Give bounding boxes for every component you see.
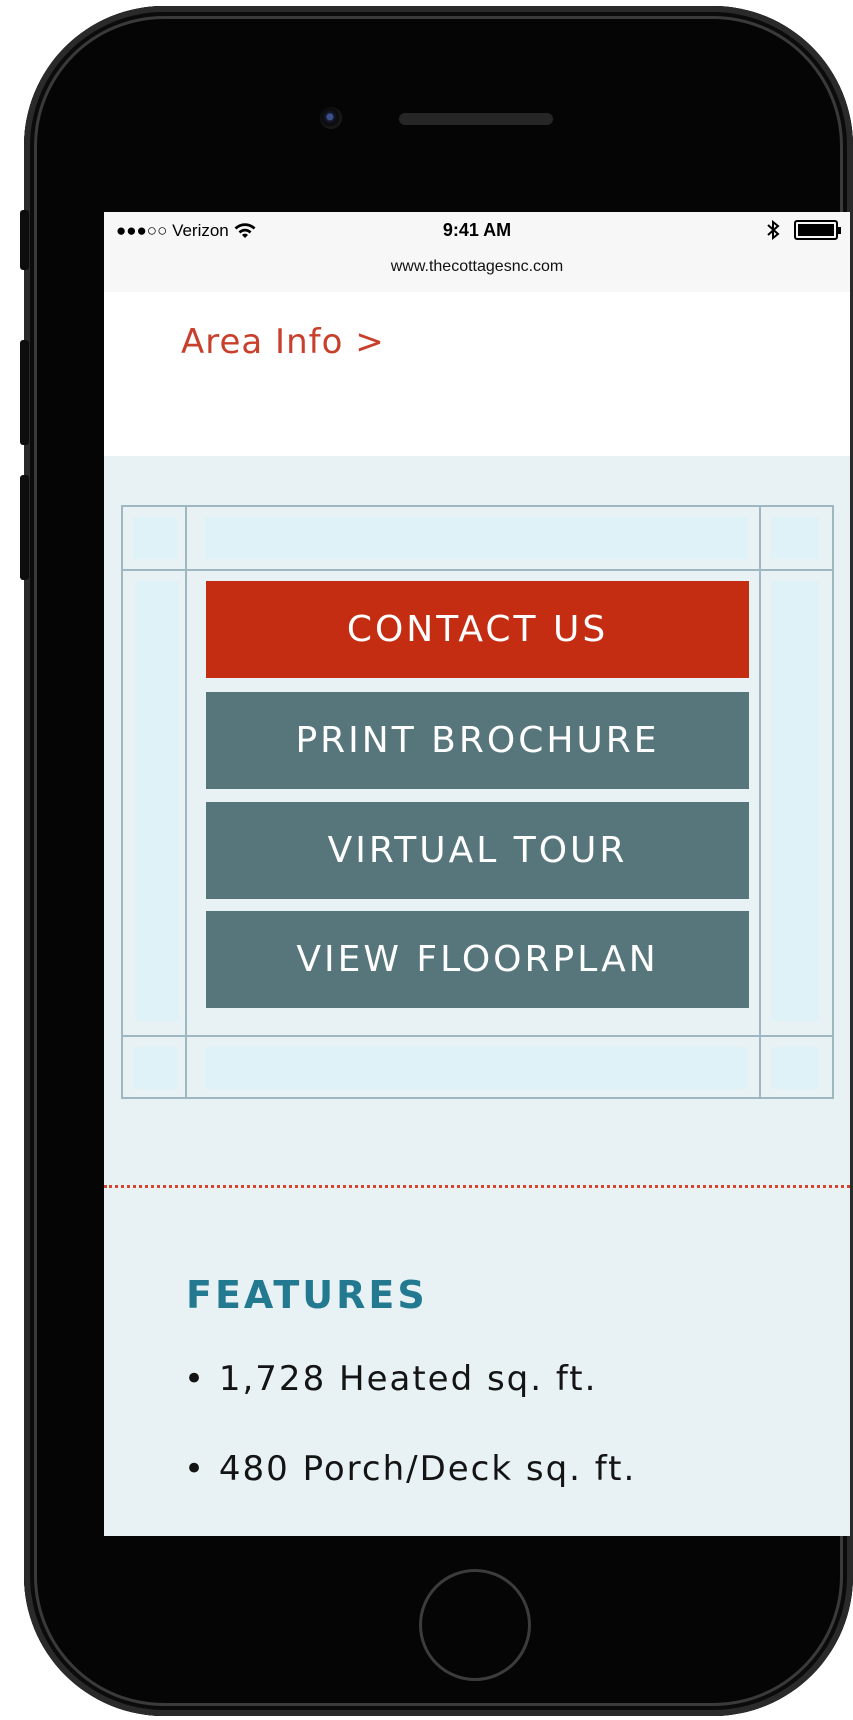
front-camera (320, 107, 342, 129)
mute-switch (20, 210, 29, 270)
area-info-section: Area Info > (104, 292, 850, 456)
frame-divider (123, 569, 832, 571)
print-brochure-button[interactable]: PRINT BROCHURE (206, 692, 749, 789)
feature-item: • 1,728 Heated sq. ft. (184, 1359, 598, 1399)
content-section: CONTACT US PRINT BROCHURE VIRTUAL TOUR V… (104, 456, 850, 1536)
frame-pane (205, 1047, 748, 1089)
battery-fill (798, 224, 834, 236)
phone-frame: ●●●○○ Verizon 9:41 AM www.thecottagesnc.… (24, 6, 853, 1716)
frame-divider (759, 507, 761, 1097)
home-button[interactable] (419, 1569, 531, 1681)
area-info-link[interactable]: Area Info > (181, 322, 385, 362)
bluetooth-icon (767, 220, 780, 240)
frame-pane (133, 517, 177, 559)
contact-us-button[interactable]: CONTACT US (206, 581, 749, 678)
address-bar[interactable]: www.thecottagesnc.com (104, 252, 850, 292)
status-right (766, 220, 841, 240)
volume-down-button (20, 475, 29, 580)
frame-pane (771, 581, 819, 1021)
frame-divider (123, 1035, 832, 1037)
battery-icon (794, 220, 841, 240)
clock: 9:41 AM (442, 220, 512, 240)
dotted-divider (104, 1185, 850, 1188)
status-bar: ●●●○○ Verizon 9:41 AM (104, 212, 850, 252)
virtual-tour-button[interactable]: VIRTUAL TOUR (206, 802, 749, 899)
frame-pane (771, 1047, 819, 1089)
frame-pane (205, 517, 748, 559)
frame-divider (185, 507, 187, 1097)
frame-pane (771, 517, 819, 559)
frame-pane (133, 1047, 177, 1089)
view-floorplan-button[interactable]: VIEW FLOORPLAN (206, 911, 749, 1008)
screen: ●●●○○ Verizon 9:41 AM www.thecottagesnc.… (104, 212, 850, 1536)
feature-item: • 480 Porch/Deck sq. ft. (184, 1449, 637, 1489)
earpiece-speaker (399, 113, 553, 125)
volume-up-button (20, 340, 29, 445)
features-heading: FEATURES (186, 1273, 428, 1317)
frame-pane (135, 581, 179, 1021)
button-frame: CONTACT US PRINT BROCHURE VIRTUAL TOUR V… (121, 505, 834, 1099)
